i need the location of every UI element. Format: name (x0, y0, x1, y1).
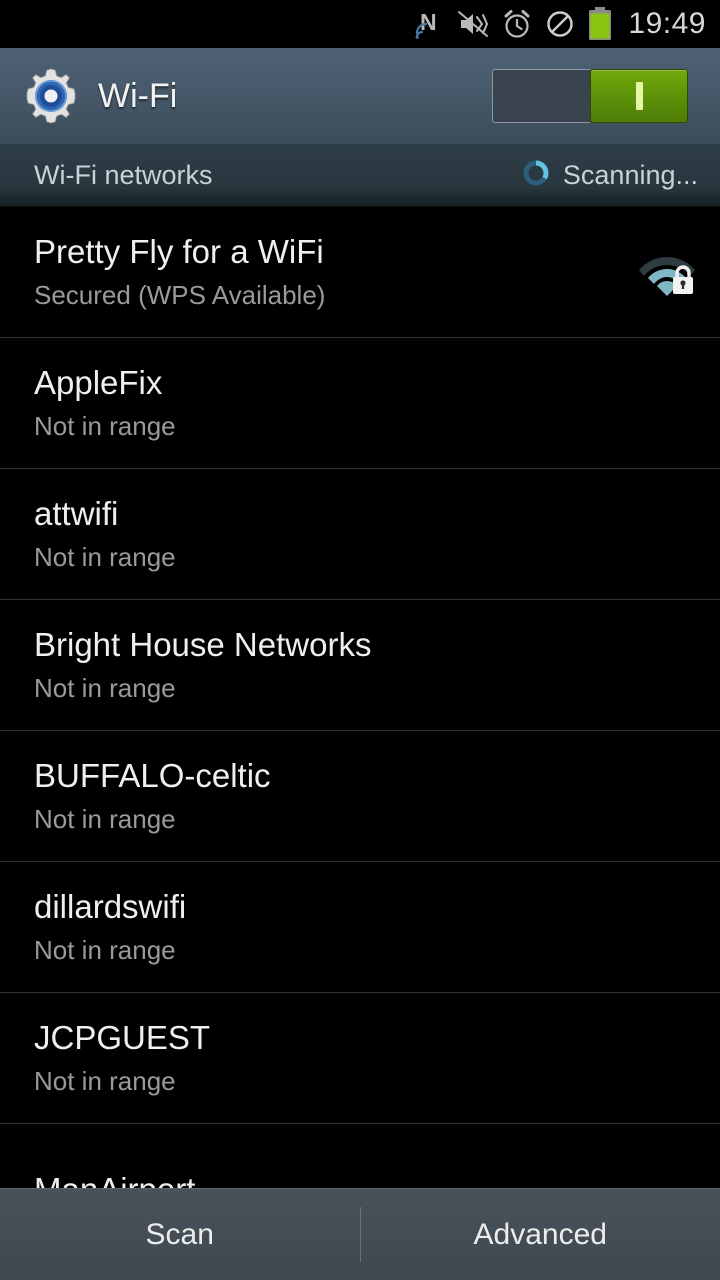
network-ssid: Bright House Networks (34, 626, 372, 664)
network-status: Secured (WPS Available) (34, 279, 326, 310)
network-status: Not in range (34, 410, 176, 441)
status-bar-clock: 19:49 (628, 7, 706, 40)
network-status: Not in range (34, 541, 176, 572)
network-ssid: JCPGUEST (34, 1019, 211, 1057)
mute-vibrate-icon (457, 9, 489, 39)
list-item[interactable]: JCPGUEST Not in range (0, 993, 720, 1124)
list-item[interactable]: Bright House Networks Not in range (0, 600, 720, 731)
network-status: Not in range (34, 803, 176, 834)
scan-button[interactable]: Scan (0, 1189, 360, 1280)
scan-button-label: Scan (145, 1217, 214, 1251)
section-header-wifi-networks: Wi-Fi networks Scanning... (0, 145, 720, 207)
battery-icon (588, 7, 612, 41)
scanning-spinner-icon (521, 158, 551, 193)
network-ssid: BUFFALO-celtic (34, 757, 271, 795)
bottom-button-bar: Scan Advanced (0, 1188, 720, 1280)
network-text: dillardswifi Not in range (34, 888, 698, 966)
list-item[interactable]: AppleFix Not in range (0, 338, 720, 469)
network-text: attwifi Not in range (34, 495, 698, 573)
wifi-signal-secured-icon (636, 247, 698, 297)
alarm-clock-icon (502, 9, 532, 39)
network-text: AppleFix Not in range (34, 364, 698, 442)
section-header-label: Wi-Fi networks (34, 160, 213, 190)
network-text: BUFFALO-celtic Not in range (34, 757, 698, 835)
list-item[interactable]: BUFFALO-celtic Not in range (0, 731, 720, 862)
nfc-icon: N (414, 8, 444, 40)
scanning-status: Scanning... (521, 158, 698, 193)
wifi-network-list: Pretty Fly for a WiFi Secured (WPS Avail… (0, 207, 720, 1255)
action-bar: Wi-Fi (0, 48, 720, 145)
scanning-label: Scanning... (562, 160, 698, 190)
wifi-toggle-switch[interactable] (492, 69, 688, 123)
status-bar: N 19:49 (0, 0, 720, 48)
network-text: JCPGUEST Not in range (34, 1019, 698, 1097)
toggle-thumb-on (590, 69, 688, 123)
lock-badge-icon (673, 265, 693, 294)
network-ssid: Pretty Fly for a WiFi (34, 233, 324, 271)
wifi-settings-screen: N 19:49 Wi-Fi Wi-Fi networks Scanning...… (0, 0, 720, 1280)
network-ssid: dillardswifi (34, 888, 187, 926)
toggle-track (492, 69, 590, 123)
network-text: Pretty Fly for a WiFi Secured (WPS Avail… (34, 233, 636, 311)
do-not-disturb-icon (545, 9, 575, 39)
network-status: Not in range (34, 934, 176, 965)
page-title: Wi-Fi (98, 76, 178, 115)
network-status: Not in range (34, 1065, 176, 1096)
network-status: Not in range (34, 672, 176, 703)
list-item[interactable]: dillardswifi Not in range (0, 862, 720, 993)
network-text: Bright House Networks Not in range (34, 626, 698, 704)
list-item[interactable]: attwifi Not in range (0, 469, 720, 600)
network-ssid: attwifi (34, 495, 119, 533)
advanced-button-label: Advanced (473, 1217, 607, 1251)
toggle-on-mark (635, 82, 643, 110)
advanced-button[interactable]: Advanced (361, 1189, 720, 1280)
settings-gear-icon (22, 67, 80, 125)
list-item[interactable]: Pretty Fly for a WiFi Secured (WPS Avail… (0, 207, 720, 338)
network-ssid: AppleFix (34, 364, 163, 402)
